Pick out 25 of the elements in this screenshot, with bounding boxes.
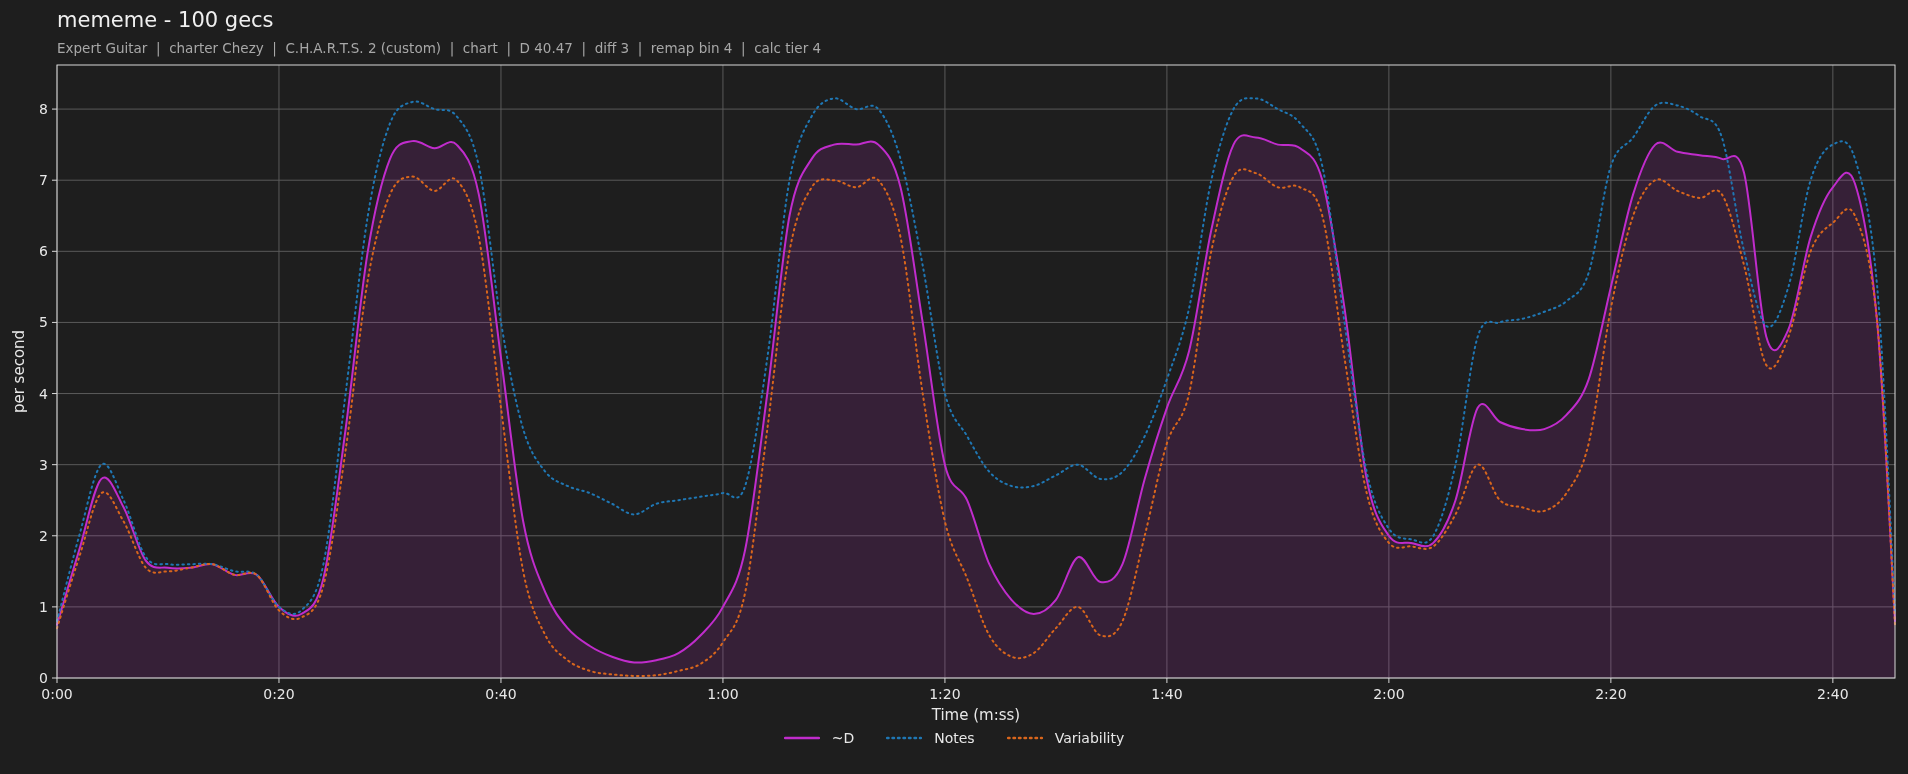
- y-tick-label: 5: [39, 314, 48, 331]
- y-axis-label: per second: [10, 329, 28, 414]
- y-tick-label: 1: [39, 598, 48, 615]
- y-tick-label: 0: [39, 670, 48, 686]
- legend-label: Variability: [1054, 730, 1125, 746]
- x-tick-label: 1:40: [1151, 686, 1183, 702]
- legend-label: Notes: [934, 730, 975, 746]
- x-tick-label: 2:00: [1373, 686, 1405, 702]
- x-tick-label: 0:00: [41, 686, 73, 702]
- x-tick-label: 1:00: [707, 686, 739, 702]
- x-tick-label: 0:20: [263, 686, 295, 702]
- y-tick-label: 7: [39, 172, 48, 189]
- y-tick-label: 4: [39, 385, 48, 402]
- x-tick-label: 2:20: [1595, 686, 1627, 702]
- y-tick-label: 8: [39, 101, 48, 118]
- chart-title: mememe - 100 gecs: [57, 7, 275, 34]
- x-tick-label: 2:40: [1817, 686, 1849, 702]
- x-tick-label: 1:20: [929, 686, 961, 702]
- legend-label: ~D: [831, 730, 855, 746]
- x-tick-label: 0:40: [485, 686, 517, 702]
- y-tick-label: 3: [39, 456, 48, 473]
- x-axis-label: Time (m:ss): [931, 706, 1021, 724]
- y-tick-label: 2: [39, 527, 48, 544]
- chart-subtitle: Expert Guitar | charter Chezy | C.H.A.R.T.S. 2 (custom) | chart | D 40.47 | diff 3 | remap bin 4 | calc tier 4: [57, 40, 823, 56]
- y-tick-label: 6: [39, 243, 48, 260]
